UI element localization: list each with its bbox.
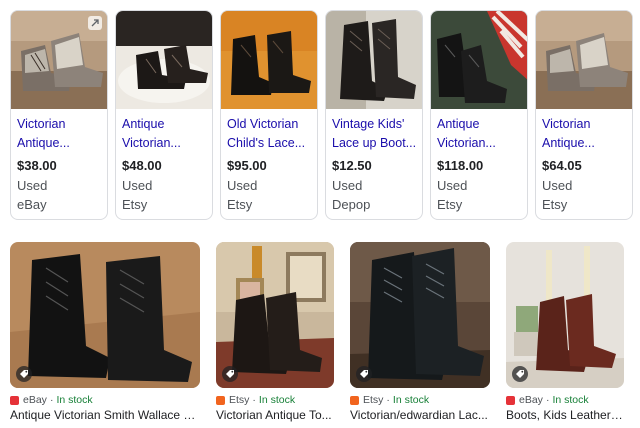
product-condition: Used [437, 178, 468, 193]
product-title[interactable]: Antique Victorian... [437, 115, 525, 153]
product-price: $38.00 [17, 158, 57, 173]
product-card-3[interactable]: Old Victorian Child's Lace... $95.00 Use… [220, 10, 318, 220]
product-image[interactable] [326, 11, 422, 109]
product-card-5[interactable]: Antique Victorian... $118.00 Used Etsy [430, 10, 528, 220]
result-title[interactable]: Victorian/edwardian Lac... [350, 408, 490, 422]
price-tag-icon [512, 366, 528, 382]
separator: · [49, 394, 54, 406]
price-tag-icon [356, 366, 372, 382]
result-source[interactable]: eBay [23, 394, 47, 406]
result-source-line: Etsy · In stock [350, 394, 429, 406]
stock-status: In stock [56, 394, 93, 406]
product-price: $12.50 [332, 158, 372, 173]
price-tag-icon [222, 366, 238, 382]
boots-photo [221, 11, 317, 109]
result-source[interactable]: Etsy [363, 394, 383, 406]
result-source[interactable]: Etsy [229, 394, 249, 406]
boots-photo [10, 242, 200, 388]
product-title[interactable]: Vintage Kids' Lace up Boot... [332, 115, 420, 153]
product-image[interactable] [536, 11, 632, 109]
result-source-line: eBay · In stock [10, 394, 93, 406]
product-image[interactable] [116, 11, 212, 109]
result-title[interactable]: Antique Victorian Smith Wallace S... [10, 408, 200, 422]
product-price: $48.00 [122, 158, 162, 173]
product-price: $95.00 [227, 158, 267, 173]
product-image[interactable] [431, 11, 527, 109]
product-seller: Etsy [542, 197, 568, 212]
boots-photo [116, 11, 212, 109]
result-source[interactable]: eBay [519, 394, 543, 406]
product-condition: Used [332, 178, 363, 193]
product-seller: Etsy [122, 197, 148, 212]
stock-status: In stock [392, 394, 430, 406]
product-condition: Used [227, 178, 258, 193]
product-title[interactable]: Victorian Antique... [17, 115, 105, 153]
product-card-2[interactable]: Antique Victorian... $48.00 Used Etsy [115, 10, 213, 220]
product-card-4[interactable]: Vintage Kids' Lace up Boot... $12.50 Use… [325, 10, 423, 220]
boots-photo [326, 11, 422, 109]
product-seller: eBay [17, 197, 47, 212]
price-tag-icon [16, 366, 32, 382]
separator: · [545, 394, 550, 406]
boots-photo [431, 11, 527, 109]
stock-status: In stock [552, 394, 589, 406]
product-title[interactable]: Antique Victorian... [122, 115, 210, 153]
product-condition: Used [17, 178, 48, 193]
product-seller: Etsy [227, 197, 253, 212]
product-card-1[interactable]: Victorian Antique... $38.00 Used eBay [10, 10, 108, 220]
separator: · [386, 394, 390, 406]
product-seller: Etsy [437, 197, 463, 212]
separator: · [252, 394, 256, 406]
product-title[interactable]: Victorian Antique... [542, 115, 630, 153]
product-image[interactable] [221, 11, 317, 109]
result-title[interactable]: Victorian Antique To... [216, 408, 334, 422]
boots-photo [536, 11, 632, 109]
product-condition: Used [122, 178, 153, 193]
stock-status: In stock [258, 394, 296, 406]
result-title[interactable]: Boots, Kids Leather ... [506, 408, 624, 422]
ebay-favicon-icon [506, 395, 515, 405]
product-seller: Depop [332, 197, 371, 212]
product-title[interactable]: Old Victorian Child's Lace... [227, 115, 315, 153]
etsy-favicon-icon [350, 395, 359, 405]
product-card-6[interactable]: Victorian Antique... $64.05 Used Etsy [535, 10, 633, 220]
result-source-line: Etsy · In stock [216, 394, 295, 406]
product-condition: Used [542, 178, 573, 193]
result-image[interactable] [10, 242, 200, 388]
result-source-line: eBay · In stock [506, 394, 589, 406]
expand-icon[interactable] [88, 16, 102, 30]
product-price: $64.05 [542, 158, 582, 173]
product-price: $118.00 [437, 158, 484, 173]
ebay-favicon-icon [10, 395, 19, 405]
etsy-favicon-icon [216, 395, 225, 405]
